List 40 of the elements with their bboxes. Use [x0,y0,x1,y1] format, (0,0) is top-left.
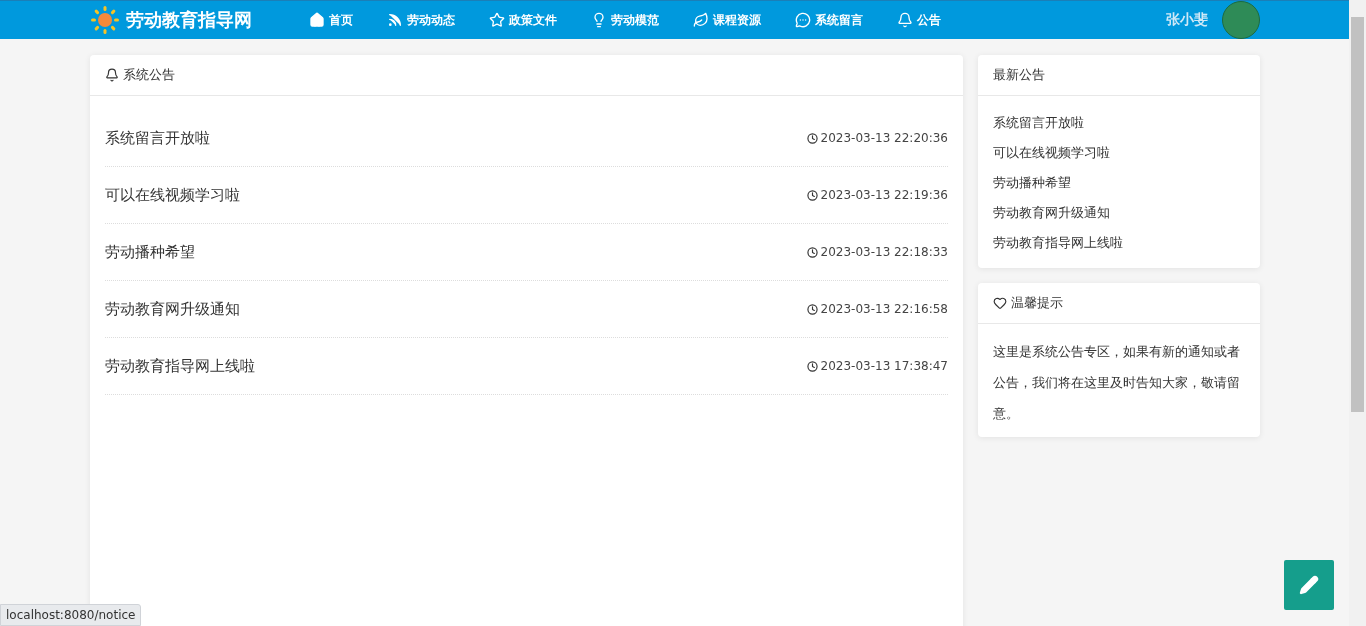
sun-logo-icon [90,5,120,35]
clock-icon [806,189,818,201]
clock-icon [806,303,818,315]
tips-text: 这里是系统公告专区，如果有新的通知或者公告，我们将在这里及时告知大家，敬请留意。 [992,343,1241,423]
notice-title-link[interactable]: 劳动教育网升级通知 [105,299,240,319]
notice-time: 2023-03-13 22:18:33 [820,245,948,259]
notice-title-link[interactable]: 劳动教育指导网上线啦 [105,356,255,376]
bell-icon [105,68,119,82]
pencil-icon [1299,575,1319,595]
edit-button[interactable] [1284,560,1334,610]
latest-notice-link[interactable]: 劳动播种希望 [993,168,1245,198]
latest-notice-link[interactable]: 劳动教育指导网上线啦 [993,228,1245,258]
card-title: 温馨提示 [1011,294,1063,312]
chat-bubble-icon [795,12,811,28]
home-icon [309,12,325,28]
clock-icon [806,246,818,258]
clock-icon [806,132,818,144]
latest-notice-link[interactable]: 系统留言开放啦 [993,108,1245,138]
notice-time: 2023-03-13 22:19:36 [820,188,948,202]
notice-title-link[interactable]: 系统留言开放啦 [105,128,210,148]
scrollbar-thumb[interactable] [1351,17,1364,412]
leaf-icon [693,12,709,28]
notice-time: 2023-03-13 22:16:58 [820,302,948,316]
bell-icon [897,12,913,28]
heart-icon [993,296,1007,310]
lightbulb-icon [591,12,607,28]
rss-icon [387,12,403,28]
user-avatar[interactable] [1222,1,1260,39]
notice-time: 2023-03-13 22:20:36 [820,131,948,145]
scrollbar[interactable] [1349,0,1366,626]
notice-title-link[interactable]: 可以在线视频学习啦 [105,185,240,205]
card-title: 系统公告 [123,66,175,84]
notice-title-link[interactable]: 劳动播种希望 [105,242,195,262]
notice-time: 2023-03-13 17:38:47 [820,359,948,373]
status-url: localhost:8080/notice [0,604,142,626]
latest-notice-link[interactable]: 可以在线视频学习啦 [993,138,1245,168]
star-icon [489,12,505,28]
card-title: 最新公告 [993,66,1045,84]
latest-notice-link[interactable]: 劳动教育网升级通知 [993,198,1245,228]
clock-icon [806,360,818,372]
